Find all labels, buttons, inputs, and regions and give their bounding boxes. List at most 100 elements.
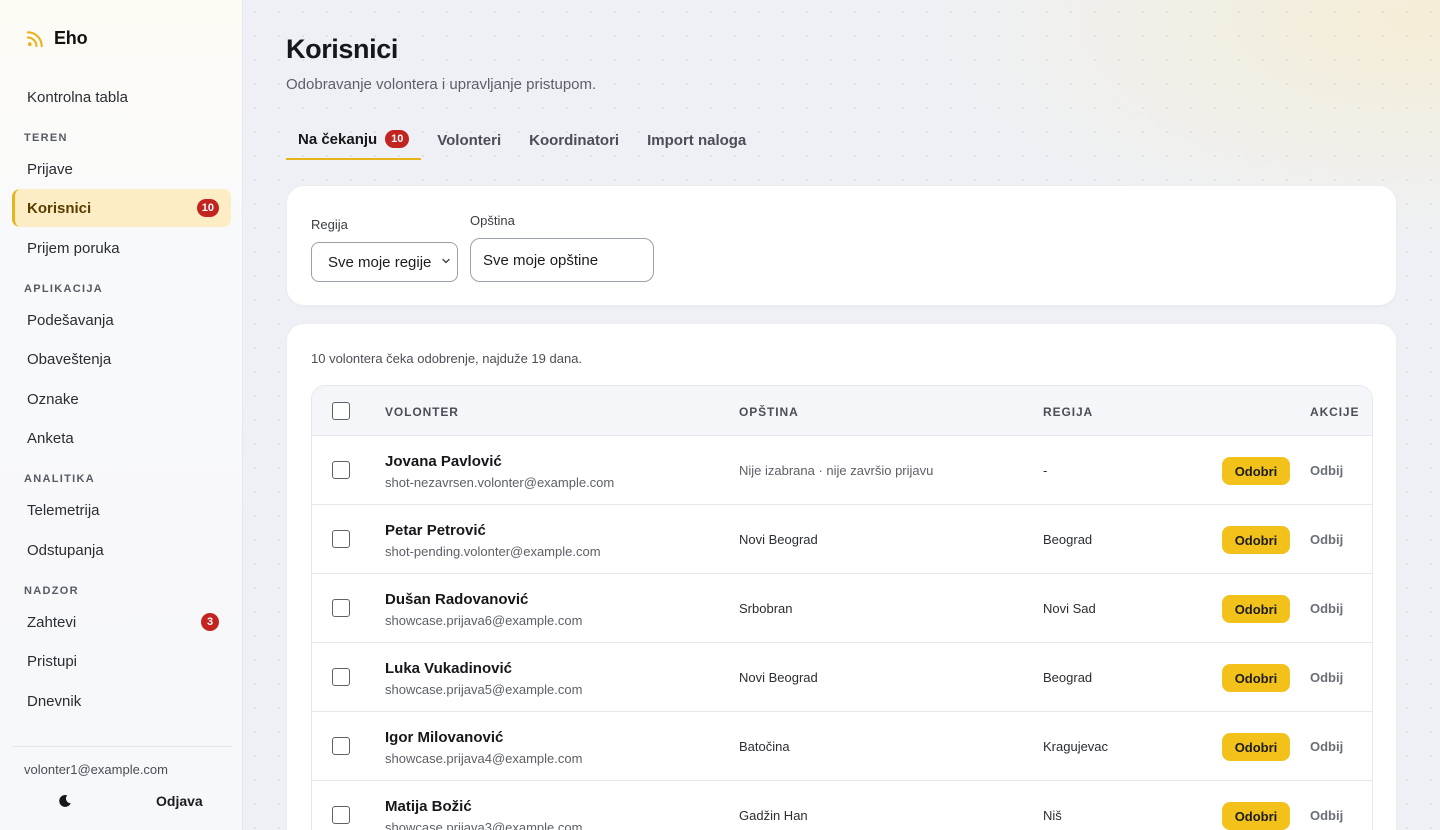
pending-table: VOLONTER OPŠTINA REGIJA AKCIJE Jovana Pa… [311, 385, 1373, 830]
logout-button[interactable]: Odjava [156, 793, 203, 809]
tab-label: Import naloga [647, 131, 747, 149]
volunteer-email: showcase.prijava5@example.com [385, 682, 583, 697]
volunteer-municipality: Novi Beograd [739, 532, 818, 547]
row-checkbox[interactable] [332, 806, 350, 824]
sidebar-item-label: Odstupanja [27, 541, 104, 559]
table-row: Jovana Pavlović shot-nezavrsen.volonter@… [312, 436, 1372, 505]
sidebar-item-label: Dnevnik [27, 692, 82, 710]
volunteer-name: Jovana Pavlović [385, 453, 502, 470]
approve-button[interactable]: Odobri [1222, 664, 1290, 692]
table-row: Petar Petrović shot-pending.volonter@exa… [312, 505, 1372, 574]
sidebar-item-anketa[interactable]: Anketa [12, 419, 231, 457]
sidebar: Eho Kontrolna tabla TEREN Prijave Korisn… [0, 0, 243, 830]
row-checkbox[interactable] [332, 599, 350, 617]
filters-card: Regija Sve moje regije Opština [286, 185, 1397, 306]
table-row: Luka Vukadinović showcase.prijava5@examp… [312, 643, 1372, 712]
count-badge: 3 [201, 613, 219, 631]
sidebar-section-teren: TEREN [24, 132, 68, 144]
volunteer-name: Luka Vukadinović [385, 660, 512, 677]
sidebar-item-label: Podešavanja [27, 311, 114, 329]
approve-button[interactable]: Odobri [1222, 733, 1290, 761]
sidebar-section-aplikacija: APLIKACIJA [24, 283, 104, 295]
table-row: Igor Milovanović showcase.prijava4@examp… [312, 712, 1372, 781]
tab-label: Na čekanju [298, 130, 378, 148]
approve-button[interactable]: Odobri [1222, 595, 1290, 623]
sidebar-item-label: Prijem poruka [27, 239, 120, 257]
approve-button[interactable]: Odobri [1222, 802, 1290, 830]
tab-label: Koordinatori [529, 131, 620, 149]
sidebar-item-korisnici[interactable]: Korisnici 10 [12, 189, 231, 227]
sidebar-item-odstupanja[interactable]: Odstupanja [12, 531, 231, 569]
volunteer-municipality: Srbobran [739, 601, 793, 616]
volunteer-municipality: Batočina [739, 739, 790, 754]
page-subtitle: Odobravanje volontera i upravljanje pris… [286, 76, 597, 93]
tab-volonteri[interactable]: Volonteri [425, 120, 513, 160]
column-header-volonter[interactable]: VOLONTER [385, 405, 459, 419]
column-header-regija[interactable]: REGIJA [1043, 405, 1093, 419]
sidebar-item-label: Zahtevi [27, 613, 77, 631]
volunteer-municipality: Nije izabrana · nije završio prijavu [739, 463, 934, 478]
region-select[interactable]: Sve moje regije [311, 242, 458, 282]
row-checkbox[interactable] [332, 530, 350, 548]
pending-list-card: 10 volontera čeka odobrenje, najduže 19 … [286, 323, 1397, 830]
sidebar-item-prijem-poruka[interactable]: Prijem poruka [12, 229, 231, 267]
reject-button[interactable]: Odbij [1310, 670, 1343, 685]
reject-button[interactable]: Odbij [1310, 808, 1343, 823]
sidebar-section-analitika: ANALITIKA [24, 473, 95, 485]
table-row: Dušan Radovanović showcase.prijava6@exam… [312, 574, 1372, 643]
sidebar-item-label: Korisnici [27, 199, 92, 217]
moon-icon [59, 794, 71, 807]
volunteer-email: shot-pending.volonter@example.com [385, 544, 601, 559]
volunteer-name: Igor Milovanović [385, 729, 504, 746]
sidebar-item-prijave[interactable]: Prijave [12, 150, 231, 188]
volunteer-region: - [1043, 463, 1048, 478]
row-checkbox[interactable] [332, 737, 350, 755]
tab-koordinatori[interactable]: Koordinatori [517, 120, 631, 160]
sidebar-item-podesavanja[interactable]: Podešavanja [12, 301, 231, 339]
user-email: volonter1@example.com [24, 762, 168, 777]
sidebar-item-telemetrija[interactable]: Telemetrija [12, 491, 231, 529]
volunteer-municipality: Novi Beograd [739, 670, 818, 685]
volunteer-region: Novi Sad [1043, 601, 1096, 616]
approve-button[interactable]: Odobri [1222, 457, 1290, 485]
sidebar-section-nadzor: NADZOR [24, 585, 79, 597]
reject-button[interactable]: Odbij [1310, 739, 1343, 754]
table-row: Matija Božić showcase.prijava3@example.c… [312, 781, 1372, 830]
page-title: Korisnici [286, 34, 398, 64]
column-header-opstina[interactable]: OPŠTINA [739, 405, 799, 419]
sidebar-divider [12, 746, 231, 747]
table-header: VOLONTER OPŠTINA REGIJA AKCIJE [312, 386, 1372, 436]
volunteer-email: showcase.prijava3@example.com [385, 820, 583, 830]
column-header-akcije: AKCIJE [1310, 405, 1360, 419]
tab-import-naloga[interactable]: Import naloga [635, 120, 758, 160]
volunteer-region: Niš [1043, 808, 1062, 823]
sidebar-item-zahtevi[interactable]: Zahtevi 3 [12, 603, 231, 641]
tab-label: Volonteri [437, 131, 502, 149]
volunteer-region: Kragujevac [1043, 739, 1109, 754]
sidebar-item-label: Obaveštenja [27, 350, 112, 368]
brand[interactable]: Eho [26, 28, 88, 49]
reject-button[interactable]: Odbij [1310, 532, 1343, 547]
main-content: Korisnici Odobravanje volontera i upravl… [243, 0, 1440, 830]
sidebar-item-oznake[interactable]: Oznake [12, 380, 231, 418]
sidebar-item-obavestenja[interactable]: Obaveštenja [12, 340, 231, 378]
count-badge: 10 [385, 130, 410, 148]
approve-button[interactable]: Odobri [1222, 526, 1290, 554]
municipality-label: Opština [470, 213, 515, 228]
volunteer-email: showcase.prijava6@example.com [385, 613, 583, 628]
select-all-checkbox[interactable] [332, 402, 350, 420]
sidebar-item-pristupi[interactable]: Pristupi [12, 642, 231, 680]
row-checkbox[interactable] [332, 668, 350, 686]
reject-button[interactable]: Odbij [1310, 601, 1343, 616]
sidebar-item-label: Kontrolna tabla [27, 88, 128, 106]
row-checkbox[interactable] [332, 461, 350, 479]
rss-icon [26, 31, 43, 48]
theme-toggle-button[interactable] [55, 791, 75, 811]
municipality-input[interactable] [470, 238, 654, 282]
chevron-down-icon [442, 258, 450, 264]
sidebar-item-dnevnik[interactable]: Dnevnik [12, 682, 231, 720]
sidebar-item-label: Telemetrija [27, 501, 100, 519]
sidebar-item-kontrolna-tabla[interactable]: Kontrolna tabla [12, 78, 231, 116]
reject-button[interactable]: Odbij [1310, 463, 1343, 478]
tab-na-cekanju[interactable]: Na čekanju 10 [286, 120, 422, 160]
